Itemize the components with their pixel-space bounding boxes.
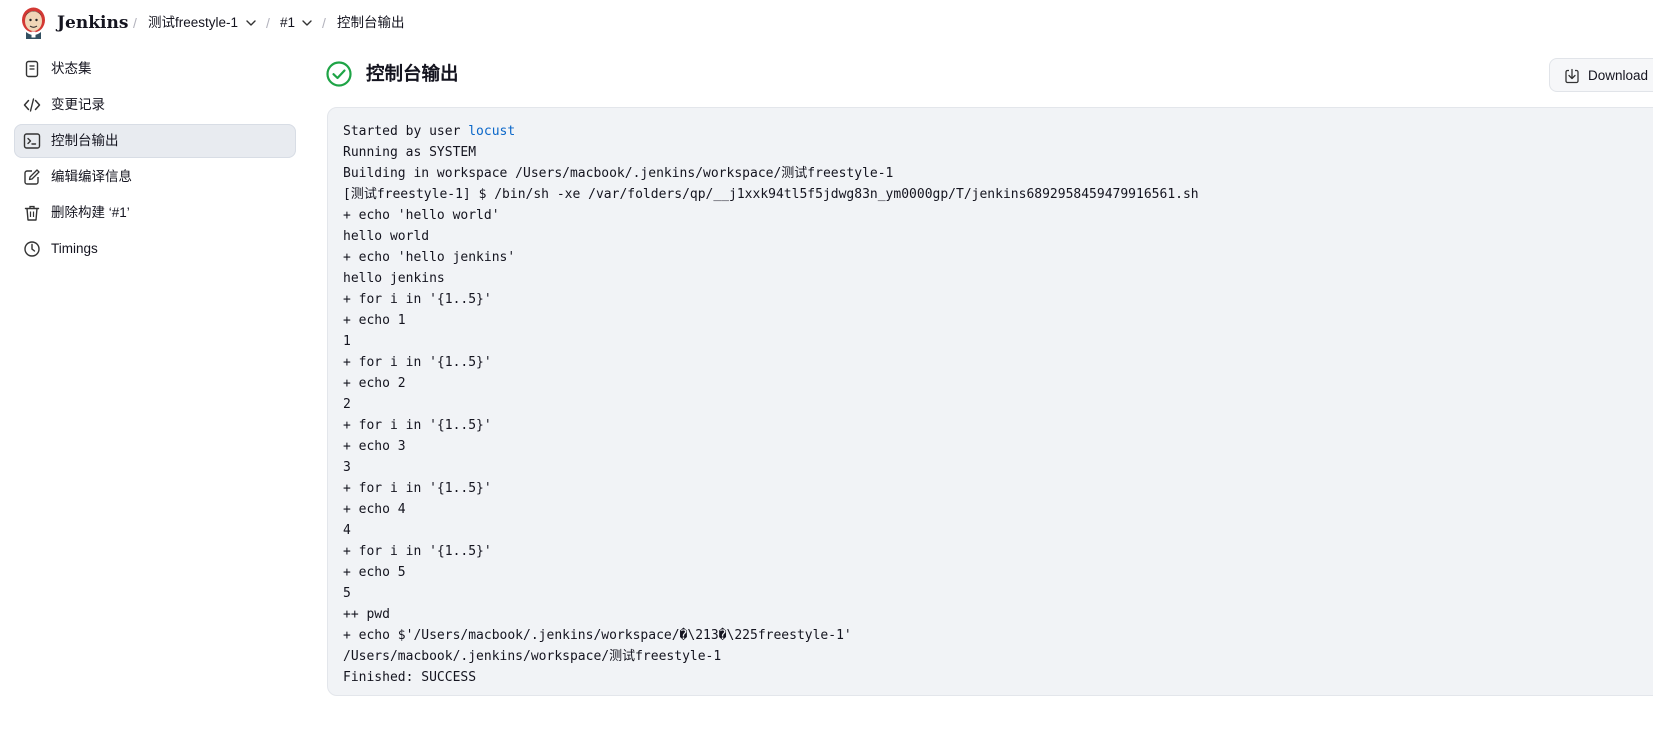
success-check-icon	[326, 61, 352, 87]
console-line: Started by user locust	[343, 121, 1199, 142]
breadcrumb-build[interactable]: #1	[280, 14, 295, 32]
edit-icon	[24, 169, 40, 185]
sidebar-item-console-output[interactable]: 控制台输出	[14, 124, 296, 158]
chevron-down-icon[interactable]	[300, 16, 314, 30]
console-line: 2	[343, 397, 351, 412]
console-line: 1	[343, 334, 351, 349]
sidebar-item-label: 编辑编译信息	[51, 169, 132, 184]
console-line: 4	[343, 523, 351, 538]
console-line: ++ pwd	[343, 607, 390, 622]
console-line: + echo 5	[343, 565, 406, 580]
top-bar: Jenkins / 测试freestyle-1 / #1 / 控制台输出	[0, 0, 1653, 46]
sidebar-item-timings[interactable]: Timings	[14, 232, 296, 266]
console-line: + echo 3	[343, 439, 406, 454]
download-button[interactable]: Download	[1549, 58, 1653, 92]
console-line: + echo 4	[343, 502, 406, 517]
chevron-down-icon[interactable]	[244, 16, 258, 30]
console-line: 3	[343, 460, 351, 475]
sidebar-item-delete-build[interactable]: 删除构建 ‘#1’	[14, 196, 296, 230]
sidebar-item-label: 控制台输出	[51, 133, 119, 148]
console-line: hello world	[343, 229, 430, 244]
breadcrumb-separator: /	[133, 15, 137, 31]
console-line: Finished: SUCCESS	[343, 670, 477, 685]
breadcrumb-job[interactable]: 测试freestyle-1	[148, 14, 238, 32]
sidebar-item-label: 删除构建 ‘#1’	[51, 205, 130, 220]
sidebar-item-status[interactable]: 状态集	[14, 52, 296, 86]
console-line: + for i in '{1..5}'	[343, 481, 492, 496]
breadcrumb-separator: /	[322, 15, 326, 31]
document-icon	[25, 60, 39, 78]
console-line: + for i in '{1..5}'	[343, 418, 492, 433]
console-line: Building in workspace /Users/macbook/.je…	[343, 166, 894, 181]
console-line: Running as SYSTEM	[343, 145, 477, 160]
sidebar-item-changes[interactable]: 变更记录	[14, 88, 296, 122]
sidebar-item-edit-build-info[interactable]: 编辑编译信息	[14, 160, 296, 194]
console-line: + echo 'hello jenkins'	[343, 250, 516, 265]
console-line: + echo 1	[343, 313, 406, 328]
breadcrumb-separator: /	[266, 15, 270, 31]
console-text: Started by user locust Running as SYSTEM…	[343, 121, 1199, 688]
trash-icon	[24, 205, 40, 221]
console-line: + for i in '{1..5}'	[343, 544, 492, 559]
user-link[interactable]: locust	[468, 124, 515, 139]
breadcrumb-current: 控制台输出	[337, 15, 405, 30]
terminal-icon	[23, 133, 41, 149]
console-line: /Users/macbook/.jenkins/workspace/测试free…	[343, 649, 722, 664]
download-label: Download	[1588, 68, 1649, 83]
jenkins-logo-icon[interactable]	[20, 6, 47, 40]
brand-name[interactable]: Jenkins	[57, 12, 128, 34]
console-line: + echo 2	[343, 376, 406, 391]
sidebar-item-label: 变更记录	[51, 97, 105, 112]
sidebar-item-label: 状态集	[51, 61, 92, 76]
console-line: [测试freestyle-1] $ /bin/sh -xe /var/folde…	[343, 187, 1199, 202]
sidebar-item-label: Timings	[51, 241, 98, 256]
console-line: 5	[343, 586, 351, 601]
console-line: + for i in '{1..5}'	[343, 355, 492, 370]
code-icon	[23, 98, 41, 112]
console-line: + for i in '{1..5}'	[343, 292, 492, 307]
clock-icon	[24, 241, 40, 257]
console-line: hello jenkins	[343, 271, 445, 286]
page-title: 控制台输出	[366, 63, 459, 84]
console-line-text: Started by user	[343, 124, 469, 139]
console-output-panel: Started by user locust Running as SYSTEM…	[327, 107, 1653, 696]
console-line: + echo 'hello world'	[343, 208, 500, 223]
console-line: + echo $'/Users/macbook/.jenkins/workspa…	[343, 628, 852, 643]
download-icon	[1565, 68, 1579, 84]
